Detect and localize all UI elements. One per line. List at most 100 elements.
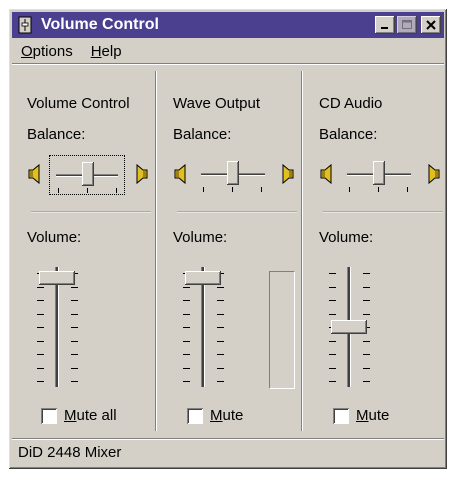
mute-checkbox[interactable] (187, 407, 203, 424)
channel-panel: Volume Control Balance: Volume: Mute all (27, 71, 151, 431)
volume-slider[interactable] (173, 263, 233, 391)
mute-label: Mute (356, 407, 390, 424)
balance-label: Balance: (319, 126, 378, 143)
level-meter (269, 271, 295, 389)
volume-tick (37, 340, 44, 342)
channel-title: Volume Control (27, 95, 130, 112)
balance-slider[interactable] (341, 155, 417, 195)
volume-tick (329, 286, 336, 288)
volume-tick (37, 381, 44, 382)
mute-label: Mute (210, 407, 244, 424)
window-title: Volume Control (41, 16, 159, 33)
balance-thumb[interactable] (82, 162, 94, 186)
balance-tick (203, 187, 204, 192)
speaker-left-icon (174, 163, 186, 185)
balance-tick (349, 187, 350, 192)
close-button[interactable] (421, 16, 441, 34)
volume-tick (329, 340, 336, 342)
minimize-icon (381, 27, 388, 29)
balance-thumb[interactable] (227, 161, 239, 185)
balance-label: Balance: (173, 126, 232, 143)
volume-track (201, 267, 205, 387)
volume-tick (183, 300, 190, 301)
volume-tick (363, 381, 370, 382)
volume-tick (183, 381, 190, 382)
speaker-right-icon (282, 163, 294, 185)
volume-tick (363, 286, 370, 288)
volume-tick (183, 340, 190, 342)
volume-tick (329, 381, 336, 382)
speaker-left-icon (320, 163, 332, 185)
volume-control-window: Volume Control Options Help Volume Contr… (8, 8, 448, 470)
maximize-button[interactable] (397, 16, 417, 34)
volume-tick (217, 327, 224, 328)
speaker-right-icon (136, 163, 148, 185)
volume-tick (363, 300, 370, 301)
volume-tick (37, 327, 44, 328)
volume-app-icon[interactable] (17, 16, 33, 34)
menu-help[interactable]: Help (82, 43, 131, 60)
volume-tick (329, 354, 336, 355)
volume-tick (329, 273, 336, 274)
balance-tick (261, 187, 262, 192)
balance-thumb[interactable] (373, 161, 385, 185)
volume-tick (217, 354, 224, 355)
volume-tick (217, 313, 224, 315)
volume-tick (217, 286, 224, 288)
balance-tick (58, 188, 59, 193)
volume-tick (329, 313, 336, 315)
balance-control (319, 153, 441, 197)
volume-tick (183, 354, 190, 355)
balance-slider[interactable] (195, 155, 271, 195)
menu-options[interactable]: Options (12, 43, 82, 60)
volume-tick (37, 300, 44, 301)
balance-slider[interactable] (49, 155, 125, 195)
volume-tick (183, 286, 190, 288)
volume-label: Volume: (27, 229, 82, 246)
volume-tick (183, 367, 190, 369)
volume-tick (71, 381, 78, 382)
volume-tick (329, 367, 336, 369)
maximize-icon (402, 20, 412, 29)
volume-thumb[interactable] (39, 270, 75, 285)
mute-control[interactable]: Mute all (41, 407, 117, 424)
volume-tick (329, 300, 336, 301)
channel-panel: CD Audio Balance: Volume: Mute (319, 71, 443, 431)
speaker-left-icon (28, 163, 40, 185)
volume-tick (183, 327, 190, 328)
balance-control (173, 153, 295, 197)
volume-label: Volume: (319, 229, 374, 246)
speaker-right-icon (428, 163, 440, 185)
volume-tick (37, 354, 44, 355)
channel-separator (155, 71, 157, 431)
volume-thumb[interactable] (185, 270, 221, 285)
mute-control[interactable]: Mute (187, 407, 243, 424)
volume-tick (37, 367, 44, 369)
volume-tick (363, 273, 370, 274)
volume-tick (217, 381, 224, 382)
volume-tick (71, 286, 78, 288)
channel-separator (301, 71, 303, 431)
volume-tick (71, 340, 78, 342)
volume-thumb[interactable] (331, 320, 367, 334)
volume-tick (363, 367, 370, 369)
mute-checkbox[interactable] (333, 407, 349, 424)
balance-control (27, 153, 149, 197)
volume-slider[interactable] (27, 263, 87, 391)
title-bar[interactable]: Volume Control (12, 12, 444, 38)
volume-slider[interactable] (319, 263, 379, 391)
mute-checkbox[interactable] (41, 407, 57, 424)
mute-control[interactable]: Mute (333, 407, 389, 424)
section-divider (177, 211, 297, 213)
minimize-button[interactable] (375, 16, 395, 34)
volume-tick (37, 313, 44, 315)
volume-tick (217, 340, 224, 342)
volume-tick (71, 327, 78, 328)
status-text: DiD 2448 Mixer (18, 444, 122, 461)
volume-tick (71, 354, 78, 355)
balance-tick (87, 188, 88, 193)
volume-tick (71, 367, 78, 369)
balance-tick (378, 187, 379, 192)
volume-tick (363, 313, 370, 315)
balance-tick (116, 188, 117, 193)
